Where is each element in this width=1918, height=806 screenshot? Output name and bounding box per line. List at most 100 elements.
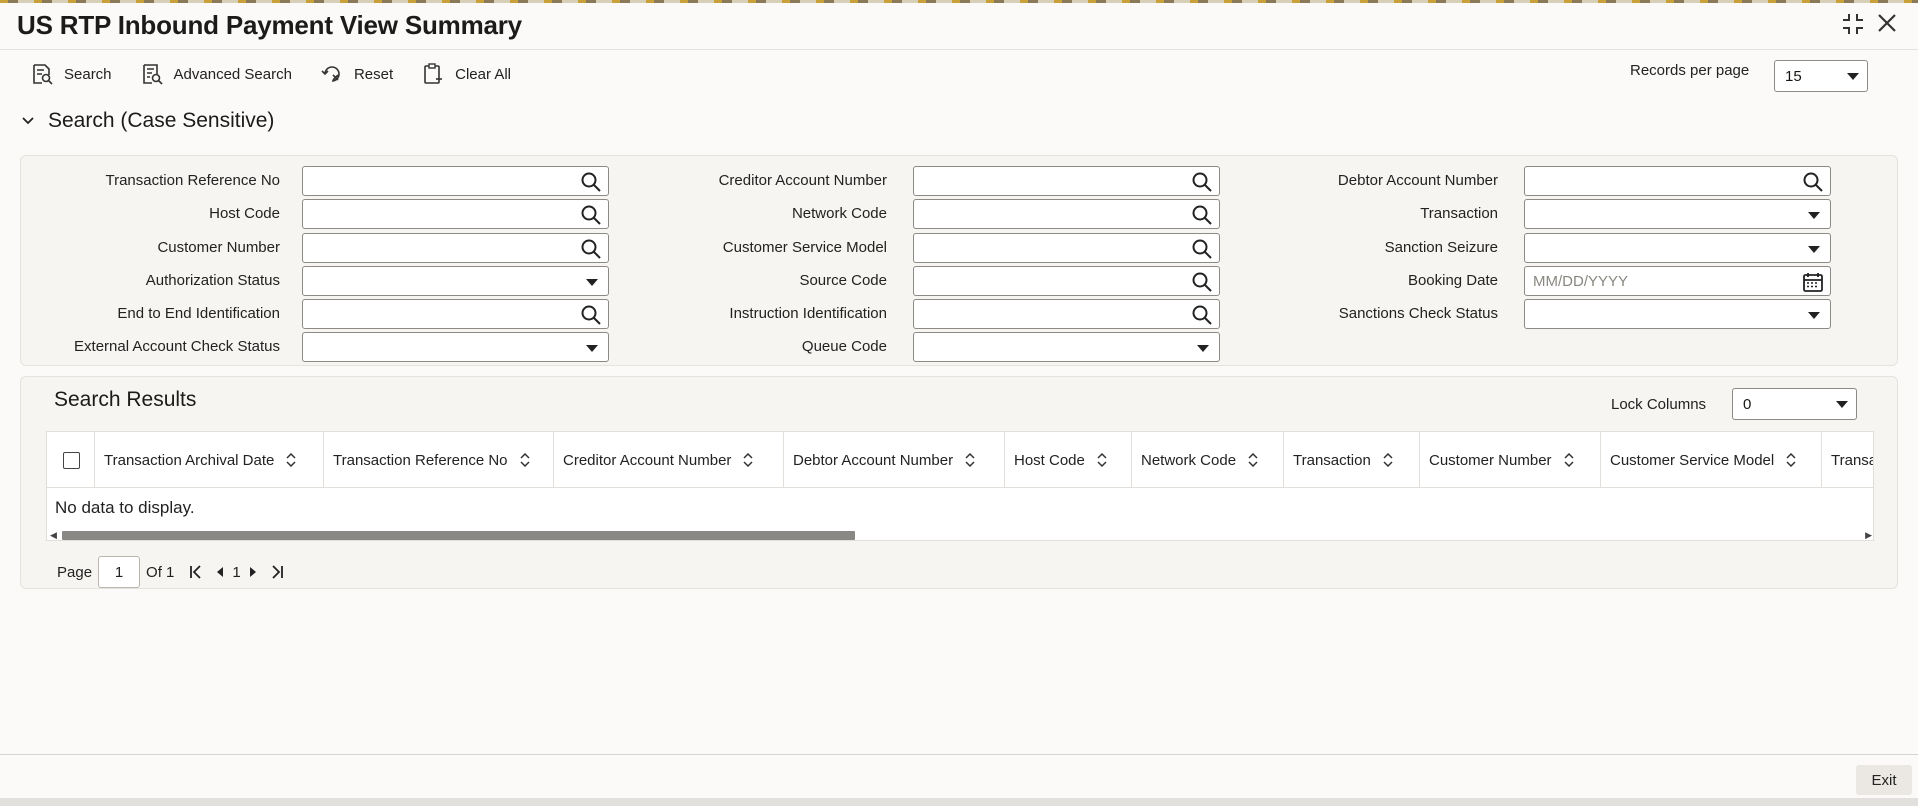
exit-button[interactable]: Exit bbox=[1856, 765, 1912, 795]
last-page-icon[interactable] bbox=[269, 564, 285, 580]
search-icon[interactable] bbox=[1191, 304, 1213, 326]
column-header-network-code[interactable]: Network Code bbox=[1132, 432, 1284, 488]
source-code-input[interactable] bbox=[913, 266, 1220, 296]
search-icon[interactable] bbox=[1191, 171, 1213, 193]
customer-number-input[interactable] bbox=[302, 233, 609, 263]
clear-all-button[interactable]: Clear All bbox=[421, 62, 511, 86]
column-header-label: Network Code bbox=[1141, 451, 1237, 469]
previous-page-icon[interactable] bbox=[212, 564, 228, 580]
search-icon[interactable] bbox=[1191, 238, 1213, 260]
transaction-reference-no-input[interactable] bbox=[302, 166, 609, 196]
scroll-left-arrow-icon[interactable]: ◀ bbox=[50, 530, 57, 540]
sort-icon[interactable] bbox=[743, 453, 753, 467]
column-header-label: Debtor Account Number bbox=[793, 451, 954, 469]
authorization-status-select[interactable] bbox=[302, 266, 609, 296]
calendar-icon[interactable] bbox=[1802, 271, 1824, 293]
reset-button[interactable]: Reset bbox=[320, 62, 393, 86]
scroll-right-arrow-icon[interactable]: ▶ bbox=[1865, 530, 1872, 540]
sanctions-check-status-select[interactable] bbox=[1524, 299, 1831, 329]
column-header-transaction-reference-no[interactable]: Transaction Reference No bbox=[324, 432, 554, 488]
page-number-input[interactable]: 1 bbox=[98, 556, 141, 588]
sort-icon[interactable] bbox=[1097, 453, 1107, 467]
transaction-select[interactable] bbox=[1524, 199, 1831, 229]
column-header-customer-number[interactable]: Customer Number bbox=[1420, 432, 1601, 488]
end-to-end-identification-input[interactable] bbox=[302, 299, 609, 329]
search-icon[interactable] bbox=[1802, 171, 1824, 193]
debtor-account-number-input[interactable] bbox=[1524, 166, 1831, 196]
instruction-identification-input[interactable] bbox=[913, 299, 1220, 329]
creditor-account-number-input[interactable] bbox=[913, 166, 1220, 196]
search-icon[interactable] bbox=[580, 304, 602, 326]
search-button[interactable]: Search bbox=[30, 62, 112, 86]
pagination: Page 1 Of 1 1 bbox=[57, 556, 289, 588]
search-icon[interactable] bbox=[580, 204, 602, 226]
column-header-creditor-account-number[interactable]: Creditor Account Number bbox=[554, 432, 784, 488]
column-header-transaction[interactable]: Transaction bbox=[1284, 432, 1420, 488]
column-header-label: Customer Number bbox=[1429, 451, 1552, 469]
customer-service-model-input[interactable] bbox=[913, 233, 1220, 263]
header-divider bbox=[0, 49, 1918, 50]
advanced-search-button-label: Advanced Search bbox=[173, 65, 292, 83]
source-code-label: Source Code bbox=[799, 272, 887, 289]
column-header-debtor-account-number[interactable]: Debtor Account Number bbox=[784, 432, 1005, 488]
network-code-label: Network Code bbox=[791, 205, 887, 222]
chevron-down-icon bbox=[1808, 212, 1820, 219]
booking-date-label: Booking Date bbox=[1407, 272, 1498, 289]
close-icon[interactable] bbox=[1876, 12, 1898, 40]
column-header-customer-service-model[interactable]: Customer Service Model bbox=[1601, 432, 1822, 488]
network-code-input[interactable] bbox=[913, 199, 1220, 229]
search-icon[interactable] bbox=[1191, 271, 1213, 293]
column-header-label: Transaction Archival Date bbox=[104, 451, 275, 469]
select-all-cell bbox=[47, 432, 95, 488]
empty-state-text: No data to display. bbox=[55, 498, 195, 517]
chevron-down-icon bbox=[22, 117, 34, 125]
sort-icon[interactable] bbox=[1564, 453, 1574, 467]
select-all-checkbox[interactable] bbox=[63, 452, 80, 469]
lock-columns-select[interactable]: 0 bbox=[1732, 388, 1857, 420]
customer-service-model-label: Customer Service Model bbox=[722, 239, 887, 256]
sort-icon[interactable] bbox=[286, 453, 296, 467]
sort-icon[interactable] bbox=[965, 453, 975, 467]
records-per-page-select[interactable]: 15 bbox=[1774, 60, 1868, 92]
booking-date-input[interactable]: MM/DD/YYYY bbox=[1524, 266, 1831, 296]
transaction-reference-no-label: Transaction Reference No bbox=[105, 172, 280, 189]
external-account-check-status-select[interactable] bbox=[302, 332, 609, 362]
top-decor-strip bbox=[0, 0, 1918, 3]
advanced-search-button[interactable]: Advanced Search bbox=[140, 62, 292, 86]
clipboard-icon bbox=[424, 63, 443, 84]
chevron-down-icon bbox=[586, 279, 598, 286]
sort-icon[interactable] bbox=[1786, 453, 1796, 467]
column-header-host-code[interactable]: Host Code bbox=[1005, 432, 1132, 488]
search-section-toggle[interactable]: Search (Case Sensitive) bbox=[22, 109, 274, 133]
creditor-account-number-label: Creditor Account Number bbox=[718, 172, 887, 189]
records-per-page-label: Records per page bbox=[1630, 62, 1750, 79]
column-header-transaction-truncated[interactable]: Transa bbox=[1822, 432, 1873, 488]
search-icon[interactable] bbox=[580, 171, 602, 193]
column-header-label: Host Code bbox=[1014, 451, 1085, 469]
search-icon[interactable] bbox=[1191, 204, 1213, 226]
first-page-icon[interactable] bbox=[188, 564, 204, 580]
chevron-down-icon bbox=[1197, 345, 1209, 352]
chevron-down-icon bbox=[1808, 246, 1820, 253]
clear-all-button-label: Clear All bbox=[455, 65, 511, 83]
horizontal-scrollbar[interactable]: ◀ ▶ bbox=[47, 528, 1873, 540]
transaction-label: Transaction bbox=[1420, 205, 1498, 222]
lock-columns-value: 0 bbox=[1743, 395, 1752, 413]
chevron-down-icon bbox=[586, 345, 598, 352]
sort-icon[interactable] bbox=[520, 453, 530, 467]
scrollbar-thumb[interactable] bbox=[62, 531, 855, 540]
column-header-transaction-archival-date[interactable]: Transaction Archival Date bbox=[95, 432, 324, 488]
sanction-seizure-select[interactable] bbox=[1524, 233, 1831, 263]
queue-code-select[interactable] bbox=[913, 332, 1220, 362]
sort-icon[interactable] bbox=[1383, 453, 1393, 467]
search-icon[interactable] bbox=[580, 238, 602, 260]
collapse-icon[interactable] bbox=[1841, 12, 1865, 42]
search-button-label: Search bbox=[64, 65, 112, 83]
host-code-input[interactable] bbox=[302, 199, 609, 229]
current-page-number[interactable]: 1 bbox=[232, 564, 240, 581]
sort-icon[interactable] bbox=[1248, 453, 1258, 467]
booking-date-placeholder: MM/DD/YYYY bbox=[1533, 273, 1629, 290]
toolbar: Search Advanced Search Reset Clear All bbox=[30, 60, 539, 88]
next-page-icon[interactable] bbox=[245, 564, 261, 580]
chevron-down-icon bbox=[1836, 401, 1848, 408]
